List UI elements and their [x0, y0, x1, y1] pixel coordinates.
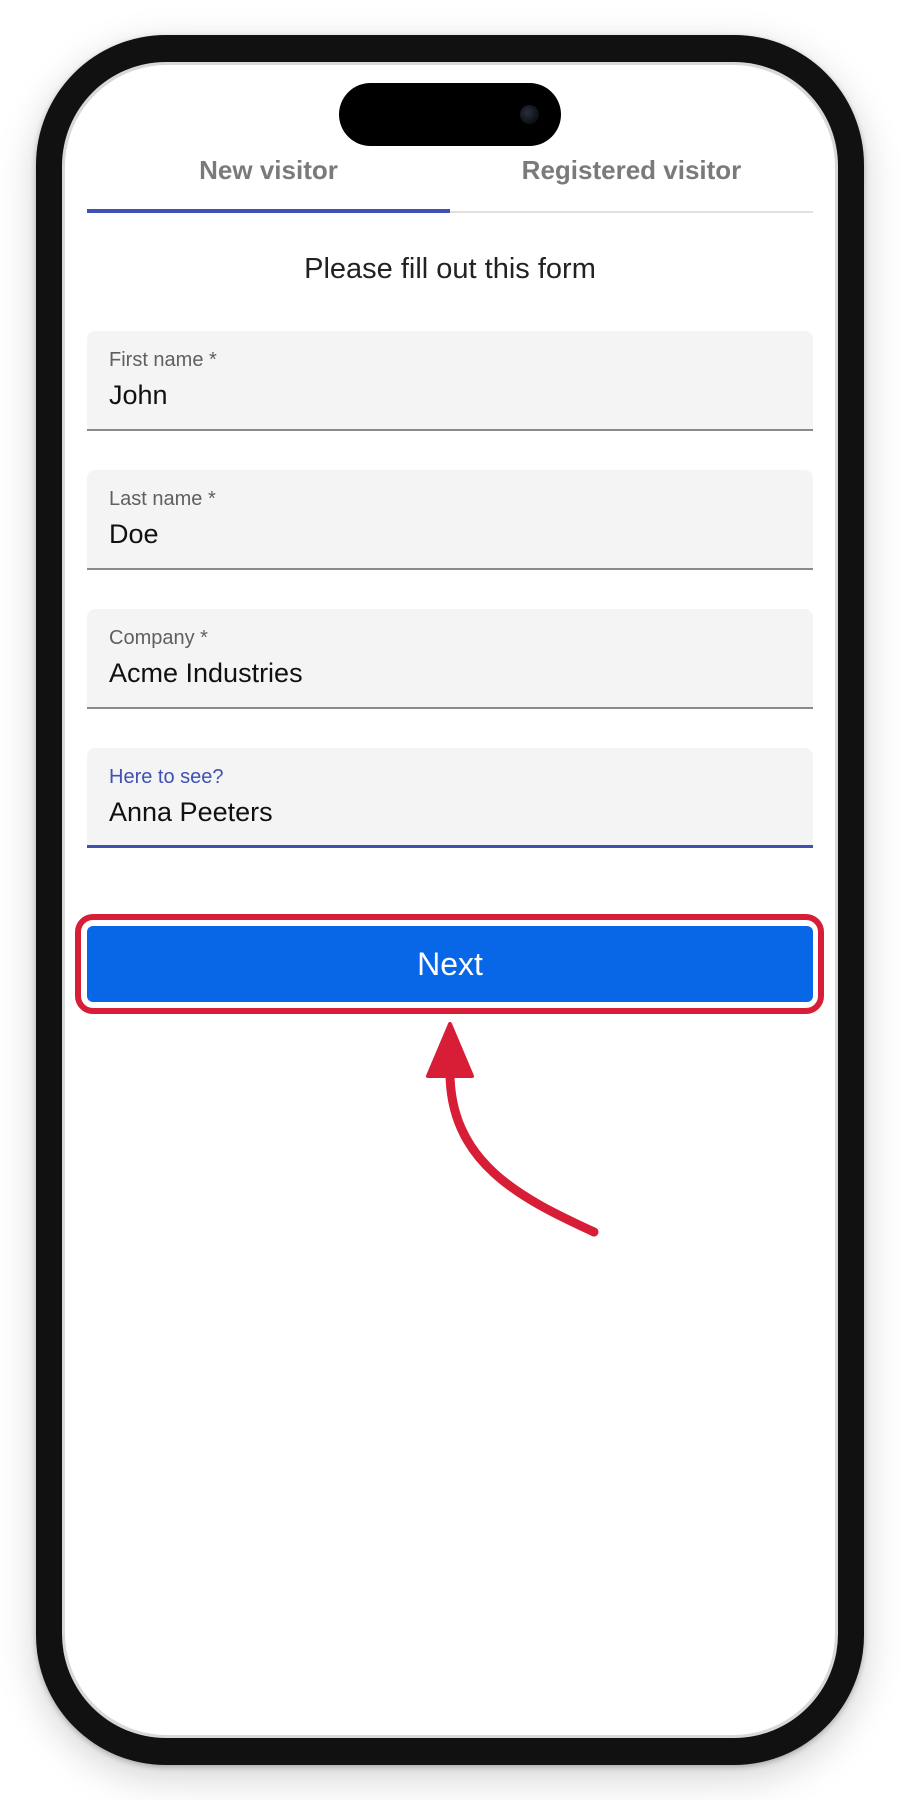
last-name-input[interactable] [109, 516, 789, 552]
phone-screen [65, 65, 835, 1735]
curved-arrow-up-icon [426, 1022, 599, 1237]
form-title: Please fill out this form [304, 253, 596, 285]
active-tab-indicator [87, 209, 450, 213]
first-name-field[interactable]: First name * [87, 331, 813, 431]
company-field[interactable]: Company * [87, 609, 813, 709]
tab-registered-visitor[interactable]: Registered visitor [450, 130, 813, 210]
next-button[interactable]: Next [87, 926, 813, 1002]
here-to-see-input[interactable] [109, 794, 789, 830]
company-input[interactable] [109, 655, 789, 691]
tab-new-visitor[interactable]: New visitor [87, 130, 450, 210]
camera-icon [520, 105, 539, 124]
first-name-input[interactable] [109, 377, 789, 413]
here-to-see-label: Here to see? [109, 766, 224, 788]
here-to-see-field[interactable]: Here to see? [87, 748, 813, 848]
last-name-field[interactable]: Last name * [87, 470, 813, 570]
company-label: Company * [109, 627, 208, 649]
last-name-label: Last name * [109, 488, 216, 510]
first-name-label: First name * [109, 349, 217, 371]
visitor-tabs: New visitor Registered visitor [87, 130, 813, 213]
